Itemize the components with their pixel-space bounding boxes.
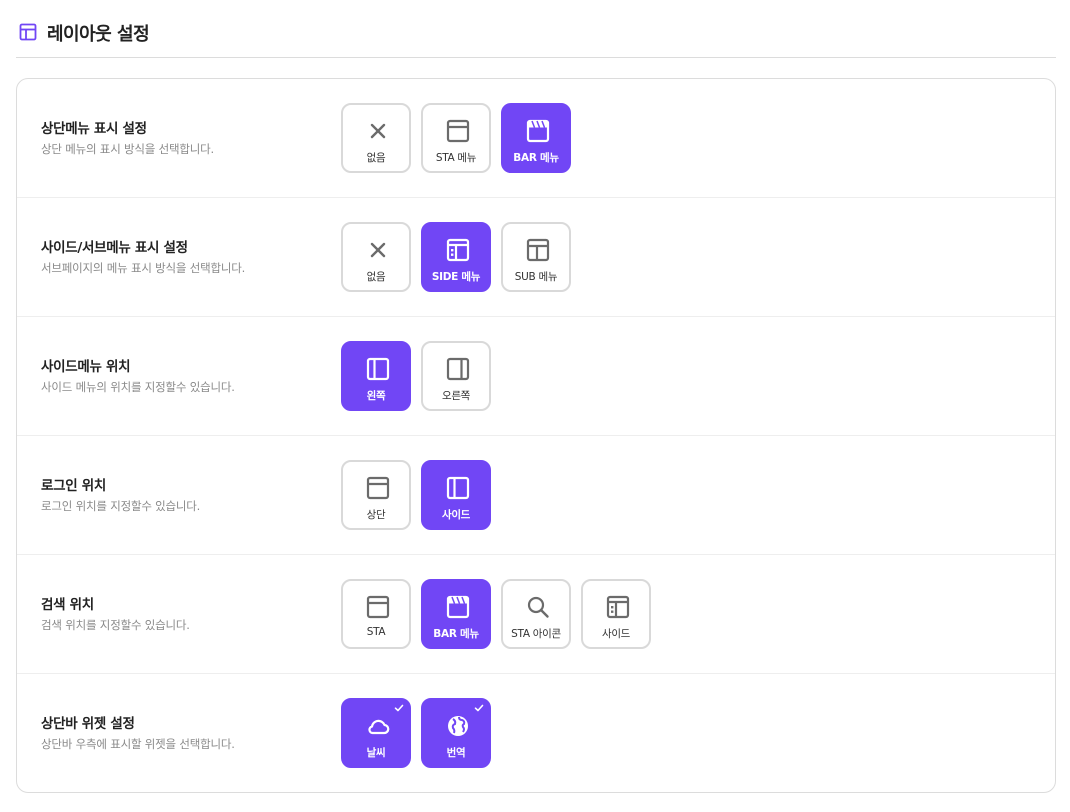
setting-row-side-menu: 사이드/서브메뉴 표시 설정 서브페이지의 메뉴 표시 방식을 선택합니다. 없… [17, 198, 1055, 317]
option-label: BAR 메뉴 [433, 628, 479, 640]
page-title: 레이아웃 설정 [47, 24, 150, 45]
setting-row-top-menu: 상단메뉴 표시 설정 상단 메뉴의 표시 방식을 선택합니다. 없음 STA 메… [17, 79, 1055, 198]
cloud-icon [368, 719, 390, 735]
row-title: 상단바 위젯 설정 [41, 716, 135, 732]
option-label: 상단 [366, 509, 386, 521]
close-icon [370, 242, 386, 258]
row-title: 검색 위치 [41, 597, 94, 613]
option-none[interactable]: 없음 [341, 103, 411, 173]
option-label: 없음 [366, 152, 386, 164]
option-sta[interactable]: STA [341, 579, 411, 649]
row-title: 상단메뉴 표시 설정 [41, 121, 147, 137]
option-bar-menu[interactable]: BAR 메뉴 [421, 579, 491, 649]
option-sta-menu[interactable]: STA 메뉴 [421, 103, 491, 173]
layout-icon [19, 23, 37, 41]
option-weather[interactable]: 날씨 [341, 698, 411, 768]
option-label: STA [366, 626, 386, 638]
right-panel-icon [446, 357, 470, 381]
sub-menu-layout-icon [526, 238, 550, 262]
check-icon [394, 704, 404, 712]
option-bar-menu[interactable]: BAR 메뉴 [501, 103, 571, 173]
striped-bar-icon [526, 119, 550, 143]
setting-row-side-menu-position: 사이드메뉴 위치 사이드 메뉴의 위치를 지정할수 있습니다. 왼쪽 오른쪽 [17, 317, 1055, 436]
option-label: 없음 [366, 271, 386, 283]
option-label: STA 아이콘 [511, 628, 561, 640]
setting-row-topbar-widgets: 상단바 위젯 설정 상단바 우측에 표시할 위젯을 선택합니다. 날씨 번역 [17, 674, 1055, 792]
row-description: 사이드 메뉴의 위치를 지정할수 있습니다. [41, 380, 235, 394]
option-label: BAR 메뉴 [513, 152, 559, 164]
row-title: 사이드/서브메뉴 표시 설정 [41, 240, 188, 256]
row-description: 상단바 우측에 표시할 위젯을 선택합니다. [41, 737, 235, 751]
option-label: SUB 메뉴 [514, 271, 558, 283]
top-bar-layout-icon [366, 476, 390, 500]
option-label: 사이드 [441, 509, 471, 521]
option-label: SIDE 메뉴 [431, 271, 481, 283]
globe-icon [448, 716, 468, 736]
option-side[interactable]: 사이드 [581, 579, 651, 649]
top-bar-layout-icon [366, 595, 390, 619]
layout-settings-card: 상단메뉴 표시 설정 상단 메뉴의 표시 방식을 선택합니다. 없음 STA 메… [16, 78, 1056, 793]
page-header: 레이아웃 설정 [16, 0, 1056, 58]
row-description: 상단 메뉴의 표시 방식을 선택합니다. [41, 142, 214, 156]
striped-bar-icon [446, 595, 470, 619]
setting-row-login-position: 로그인 위치 로그인 위치를 지정할수 있습니다. 상단 사이드 [17, 436, 1055, 555]
option-translate[interactable]: 번역 [421, 698, 491, 768]
top-bar-layout-icon [446, 119, 470, 143]
left-panel-icon [366, 357, 390, 381]
side-menu-layout-icon [446, 238, 470, 262]
option-side-menu[interactable]: SIDE 메뉴 [421, 222, 491, 292]
setting-row-search-position: 검색 위치 검색 위치를 지정할수 있습니다. STA BAR 메뉴 STA 아… [17, 555, 1055, 674]
option-label: STA 메뉴 [435, 152, 477, 164]
option-sub-menu[interactable]: SUB 메뉴 [501, 222, 571, 292]
option-top[interactable]: 상단 [341, 460, 411, 530]
option-label: 번역 [446, 747, 466, 759]
option-label: 사이드 [601, 628, 631, 640]
option-none[interactable]: 없음 [341, 222, 411, 292]
option-label: 왼쪽 [366, 390, 386, 402]
left-panel-icon [446, 476, 470, 500]
row-description: 서브페이지의 메뉴 표시 방식을 선택합니다. [41, 261, 246, 275]
row-description: 로그인 위치를 지정할수 있습니다. [41, 499, 201, 513]
option-right[interactable]: 오른쪽 [421, 341, 491, 411]
row-title: 로그인 위치 [41, 478, 106, 494]
search-icon [527, 596, 549, 618]
row-title: 사이드메뉴 위치 [41, 359, 131, 375]
row-description: 검색 위치를 지정할수 있습니다. [41, 618, 190, 632]
option-label: 오른쪽 [441, 390, 471, 402]
option-left[interactable]: 왼쪽 [341, 341, 411, 411]
option-sta-icon[interactable]: STA 아이콘 [501, 579, 571, 649]
option-label: 날씨 [366, 747, 386, 759]
check-icon [474, 704, 484, 712]
close-icon [370, 123, 386, 139]
option-side[interactable]: 사이드 [421, 460, 491, 530]
side-menu-layout-icon [606, 595, 630, 619]
